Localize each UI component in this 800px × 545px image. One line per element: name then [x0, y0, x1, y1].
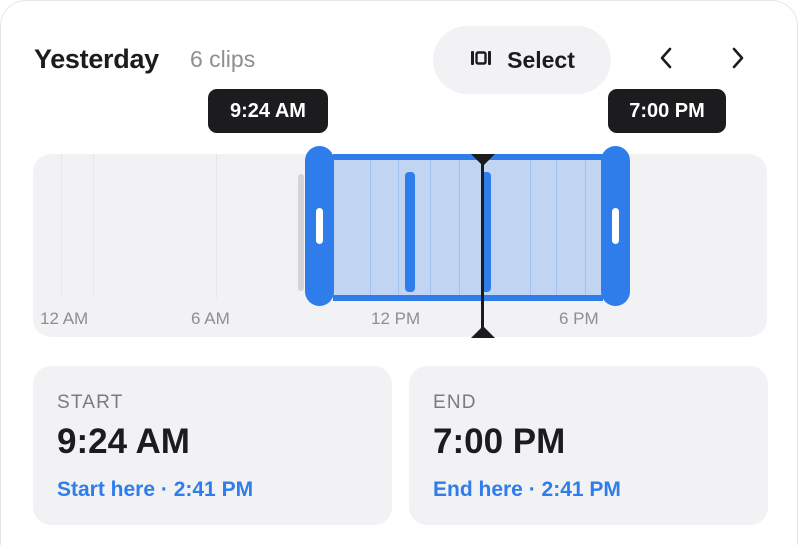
range-grid-line: [370, 160, 371, 295]
grid-line: [93, 154, 94, 298]
start-here-link[interactable]: Start here · 2:41 PM: [57, 478, 253, 502]
end-time: 7:00 PM: [433, 422, 566, 461]
playhead-bottom-marker: [471, 326, 495, 338]
tick-6am: 6 AM: [191, 309, 230, 328]
end-time-tooltip: 7:00 PM: [608, 89, 726, 133]
end-panel: END 7:00 PM End here · 2:41 PM: [409, 366, 768, 525]
start-time: 9:24 AM: [57, 422, 190, 461]
tick-12am: 12 AM: [40, 309, 89, 328]
day-title: Yesterday: [34, 44, 159, 74]
clip-count: 6 clips: [190, 46, 256, 72]
range-grid-line: [459, 160, 460, 295]
range-grid-line: [556, 160, 557, 295]
playhead-top-marker: [471, 154, 495, 166]
clip-marker[interactable]: [405, 172, 415, 292]
start-caption: START: [57, 392, 124, 413]
range-grid-line: [530, 160, 531, 295]
end-caption: END: [433, 392, 477, 413]
grip-icon: [612, 208, 619, 244]
end-trim-handle[interactable]: [601, 146, 630, 306]
select-button[interactable]: Select: [433, 26, 611, 94]
chevron-right-icon: [731, 47, 745, 74]
grid-line: [216, 154, 217, 298]
clip-marker[interactable]: [298, 174, 304, 291]
select-bracket-icon: [469, 49, 493, 72]
next-day-button[interactable]: [722, 44, 754, 76]
grip-icon: [316, 208, 323, 244]
grid-line: [61, 154, 62, 298]
select-button-label: Select: [507, 46, 575, 73]
range-grid-line: [585, 160, 586, 295]
chevron-left-icon: [659, 47, 673, 74]
playhead[interactable]: [481, 155, 484, 336]
tick-6pm: 6 PM: [559, 309, 599, 328]
start-time-tooltip: 9:24 AM: [208, 89, 328, 133]
clip-marker[interactable]: [484, 172, 491, 292]
tick-12pm: 12 PM: [371, 309, 421, 328]
range-grid-line: [430, 160, 431, 295]
selected-range: [333, 154, 603, 301]
previous-day-button[interactable]: [650, 44, 682, 76]
end-here-link[interactable]: End here · 2:41 PM: [433, 478, 621, 502]
range-grid-line: [398, 160, 399, 295]
start-trim-handle[interactable]: [305, 146, 334, 306]
start-panel: START 9:24 AM Start here · 2:41 PM: [33, 366, 392, 525]
